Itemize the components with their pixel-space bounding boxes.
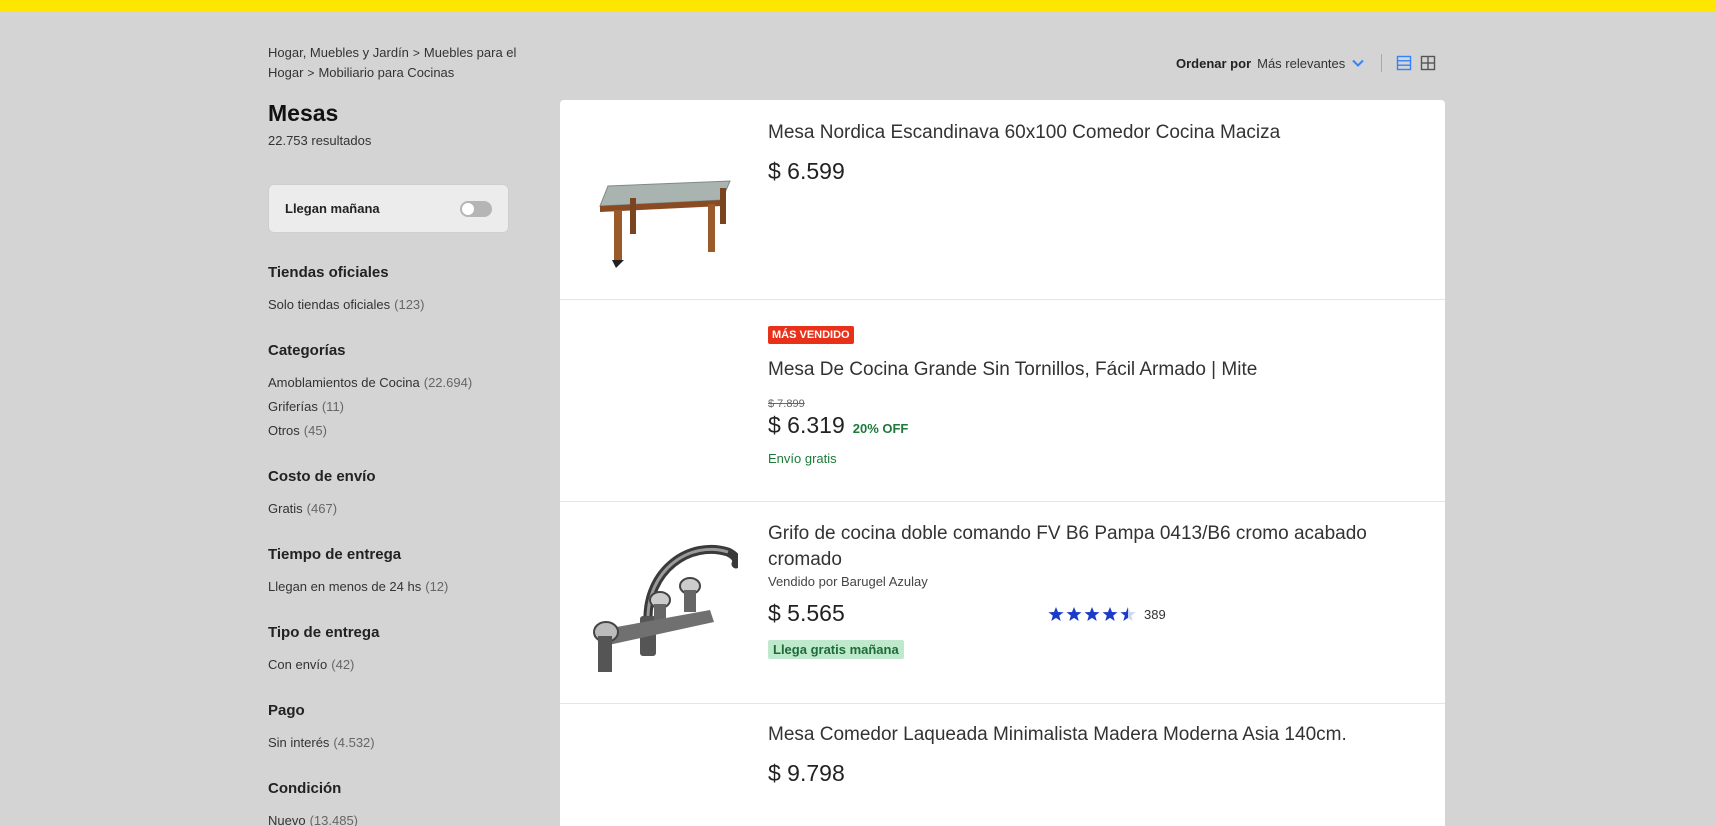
filter-item[interactable]: Nuevo (13.485)	[268, 809, 358, 826]
product-title[interactable]: Mesa Comedor Laqueada Minimalista Madera…	[768, 722, 1408, 748]
toggle-switch[interactable]	[460, 200, 492, 217]
sort-bar: Ordenar por Más relevantes	[1176, 52, 1444, 74]
filter-item[interactable]: Solo tiendas oficiales (123)	[268, 293, 425, 317]
table-image[interactable]	[590, 126, 738, 274]
star-icon	[1102, 607, 1118, 621]
product-title[interactable]: Grifo de cocina doble comando FV B6 Pamp…	[768, 521, 1408, 573]
filter-heading: Tiempo de entrega	[268, 546, 402, 563]
discount-label: 20% OFF	[852, 421, 909, 436]
filter-item[interactable]: Griferías (11)	[268, 395, 472, 419]
fast-delivery-toggle-card[interactable]: Llegan mañana	[268, 184, 509, 233]
filter-item[interactable]: Amoblamientos de Cocina (22.694)	[268, 371, 472, 395]
product-price: $ 6.599	[768, 158, 845, 184]
product-price-row: $ 6.319 20% OFF	[768, 412, 908, 439]
seller-label: Vendido por Barugel Azulay	[768, 574, 928, 589]
toggle-label: Llegan mañana	[285, 201, 380, 216]
filter-group-categorias: Categorías Amoblamientos de Cocina (22.69…	[268, 342, 472, 443]
filter-item[interactable]: Otros (45)	[268, 419, 472, 443]
top-brand-bar	[0, 0, 1716, 11]
page-title: Mesas	[268, 100, 339, 126]
star-icon	[1084, 607, 1100, 621]
divider	[1381, 54, 1383, 72]
list-view-icon[interactable]	[1396, 55, 1412, 71]
filter-heading: Tipo de entrega	[268, 624, 380, 641]
free-shipping-label: Envío gratis	[768, 451, 837, 466]
filter-heading: Tiendas oficiales	[268, 264, 389, 281]
product-old-price: $ 7.899	[768, 398, 805, 410]
chevron-right-icon: >	[412, 46, 420, 60]
filter-item[interactable]: Gratis (467)	[268, 497, 376, 521]
filter-group-tiendas: Tiendas oficiales Solo tiendas oficiales…	[268, 264, 425, 317]
rating-count: 389	[1144, 606, 1166, 622]
filter-heading: Costo de envío	[268, 468, 376, 485]
faucet-image[interactable]	[590, 530, 742, 678]
results-count: 22.753 resultados	[268, 133, 372, 148]
product-price: $ 6.319	[768, 412, 845, 438]
best-seller-badge: MÁS VENDIDO	[768, 326, 854, 344]
star-icon	[1048, 607, 1064, 621]
filter-group-tiempo-entrega: Tiempo de entrega Llegan en menos de 24 …	[268, 546, 448, 599]
grid-view-icon[interactable]	[1420, 55, 1436, 71]
star-icon	[1066, 607, 1082, 621]
arrival-label: Llega gratis mañana	[768, 640, 904, 659]
breadcrumb-link-hogar[interactable]: Hogar, Muebles y Jardín	[268, 45, 409, 60]
half-star-icon	[1120, 607, 1136, 621]
results-panel: Mesa Nordica Escandinava 60x100 Comedor …	[560, 100, 1445, 826]
product-card[interactable]: Mesa Nordica Escandinava 60x100 Comedor …	[560, 100, 1445, 300]
filter-heading: Pago	[268, 702, 305, 719]
product-card[interactable]: MÁS VENDIDO Mesa De Cocina Grande Sin To…	[560, 300, 1445, 502]
product-price: $ 5.565	[768, 600, 845, 626]
sort-label: Ordenar por	[1176, 55, 1252, 71]
chevron-right-icon: >	[307, 66, 315, 80]
sort-dropdown[interactable]: Más relevantes	[1257, 56, 1345, 71]
filter-group-pago: Pago Sin interés (4.532)	[268, 702, 375, 755]
filter-group-tipo-entrega: Tipo de entrega Con envío (42)	[268, 624, 379, 677]
product-price: $ 9.798	[768, 760, 845, 786]
filter-item[interactable]: Con envío (42)	[268, 653, 379, 677]
filter-heading: Categorías	[268, 342, 346, 359]
product-card[interactable]: Grifo de cocina doble comando FV B6 Pamp…	[560, 502, 1445, 704]
filter-item[interactable]: Llegan en menos de 24 hs (12)	[268, 575, 448, 599]
product-title[interactable]: Mesa Nordica Escandinava 60x100 Comedor …	[768, 120, 1408, 146]
product-title[interactable]: Mesa De Cocina Grande Sin Tornillos, Fác…	[768, 357, 1408, 383]
filter-heading: Condición	[268, 780, 342, 797]
filter-group-condicion: Condición Nuevo (13.485)	[268, 780, 358, 826]
product-card[interactable]: Mesa Comedor Laqueada Minimalista Madera…	[560, 704, 1445, 826]
chevron-down-icon[interactable]	[1351, 56, 1365, 70]
filter-group-costo-envio: Costo de envío Gratis (467)	[268, 468, 376, 521]
breadcrumb-link-mobiliario[interactable]: Mobiliario para Cocinas	[318, 65, 454, 80]
rating-stars: 389	[1048, 606, 1166, 622]
filter-item[interactable]: Sin interés (4.532)	[268, 731, 375, 755]
breadcrumb: Hogar, Muebles y Jardín > Muebles para el …	[268, 43, 558, 83]
